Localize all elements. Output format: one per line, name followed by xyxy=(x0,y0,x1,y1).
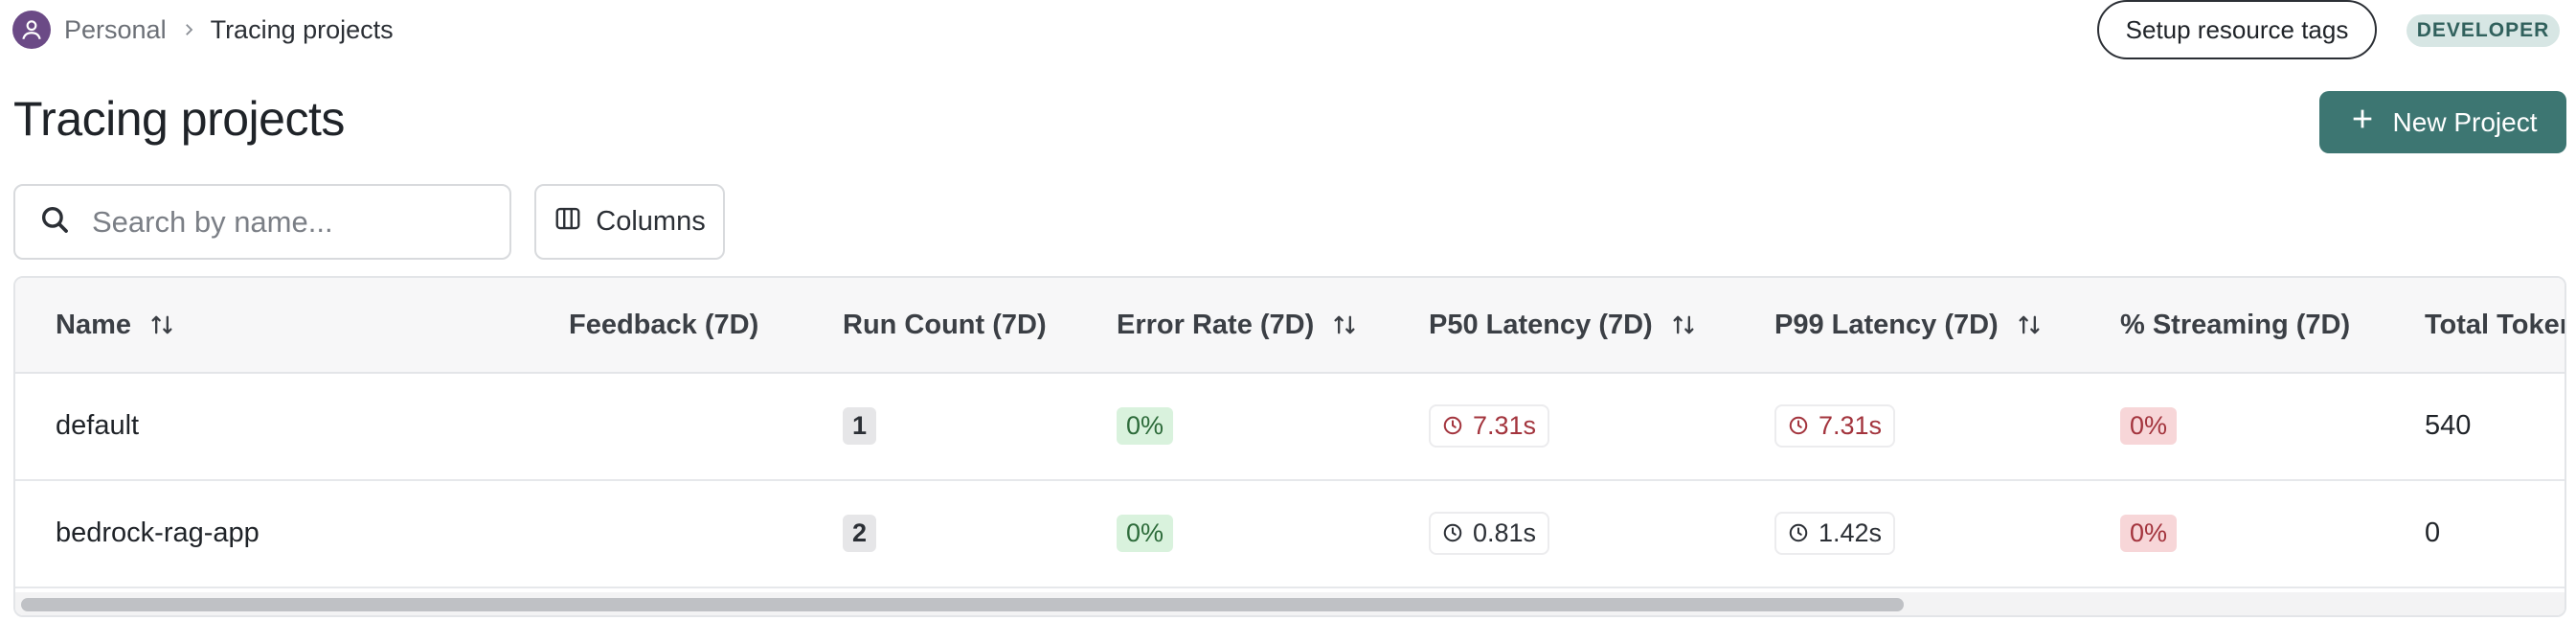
p50-latency-badge: 0.81s xyxy=(1429,511,1550,555)
column-header-label: P50 Latency (7D) xyxy=(1429,309,1653,340)
total-tokens-cell: 0 xyxy=(2425,517,2441,548)
new-project-button[interactable]: New Project xyxy=(2319,91,2566,153)
p99-latency-badge: 7.31s xyxy=(1774,403,1896,448)
error-rate-badge: 0% xyxy=(1117,406,1174,445)
p50-latency-value: 7.31s xyxy=(1473,410,1537,440)
developer-badge: DEVELOPER xyxy=(2407,14,2560,47)
setup-resource-tags-button[interactable]: Setup resource tags xyxy=(2097,0,2377,59)
sort-arrows-icon[interactable] xyxy=(1670,311,1697,338)
p99-latency-badge: 1.42s xyxy=(1774,511,1896,555)
clock-icon xyxy=(1789,523,1808,542)
streaming-badge: 0% xyxy=(2120,514,2178,552)
column-header-run-count: Run Count (7D) xyxy=(843,309,1047,340)
column-header-total-tokens: Total Tokens (7D) xyxy=(2425,309,2565,340)
sort-arrows-icon[interactable] xyxy=(1331,311,1358,338)
table-header: Name Feedback (7D) Run Count (7D) Error … xyxy=(15,278,2565,374)
column-header-label: Error Rate (7D) xyxy=(1117,309,1315,340)
page-title: Tracing projects xyxy=(13,92,345,146)
column-header-name[interactable]: Name xyxy=(56,278,175,372)
column-header-feedback: Feedback (7D) xyxy=(569,309,759,340)
columns-label: Columns xyxy=(596,206,706,237)
columns-icon xyxy=(554,204,582,241)
column-header-error-rate[interactable]: Error Rate (7D) xyxy=(1117,278,1358,372)
breadcrumb: Personal Tracing projects xyxy=(12,10,394,50)
clock-icon xyxy=(1443,416,1462,435)
columns-button[interactable]: Columns xyxy=(534,184,725,260)
p99-latency-value: 7.31s xyxy=(1819,410,1883,440)
scrollbar-thumb[interactable] xyxy=(21,598,1904,611)
table-row[interactable]: default 1 0% 7.31s 7.31s 0% 540 xyxy=(15,372,2565,481)
project-name[interactable]: bedrock-rag-app xyxy=(56,479,260,586)
p50-latency-value: 0.81s xyxy=(1473,518,1537,547)
projects-table: Name Feedback (7D) Run Count (7D) Error … xyxy=(13,276,2566,617)
column-header-streaming: % Streaming (7D) xyxy=(2120,309,2351,340)
p50-latency-badge: 7.31s xyxy=(1429,403,1550,448)
run-count-badge: 2 xyxy=(843,514,877,552)
column-header-p99-latency[interactable]: P99 Latency (7D) xyxy=(1774,278,2043,372)
sort-arrows-icon[interactable] xyxy=(148,311,175,338)
streaming-badge: 0% xyxy=(2120,406,2178,445)
total-tokens-cell: 540 xyxy=(2425,409,2472,441)
new-project-label: New Project xyxy=(2392,106,2538,137)
p99-latency-value: 1.42s xyxy=(1819,518,1883,547)
breadcrumb-workspace[interactable]: Personal xyxy=(64,15,167,45)
column-header-label: Name xyxy=(56,309,131,340)
project-name[interactable]: default xyxy=(56,372,139,479)
column-header-label: P99 Latency (7D) xyxy=(1774,309,1999,340)
plus-icon xyxy=(2349,105,2376,139)
chevron-right-icon xyxy=(180,21,197,38)
search-icon xyxy=(38,203,71,241)
table-row[interactable]: bedrock-rag-app 2 0% 0.81s 1.42s 0% 0 xyxy=(15,479,2565,588)
clock-icon xyxy=(1789,416,1808,435)
column-header-p50-latency[interactable]: P50 Latency (7D) xyxy=(1429,278,1697,372)
search-box[interactable] xyxy=(13,184,511,260)
user-avatar-icon[interactable] xyxy=(12,11,51,49)
clock-icon xyxy=(1443,523,1462,542)
breadcrumb-current: Tracing projects xyxy=(210,14,394,44)
search-input[interactable] xyxy=(90,203,496,241)
run-count-badge: 1 xyxy=(843,406,877,445)
sort-arrows-icon[interactable] xyxy=(2016,311,2043,338)
error-rate-badge: 0% xyxy=(1117,514,1174,552)
horizontal-scrollbar[interactable] xyxy=(15,592,2565,615)
